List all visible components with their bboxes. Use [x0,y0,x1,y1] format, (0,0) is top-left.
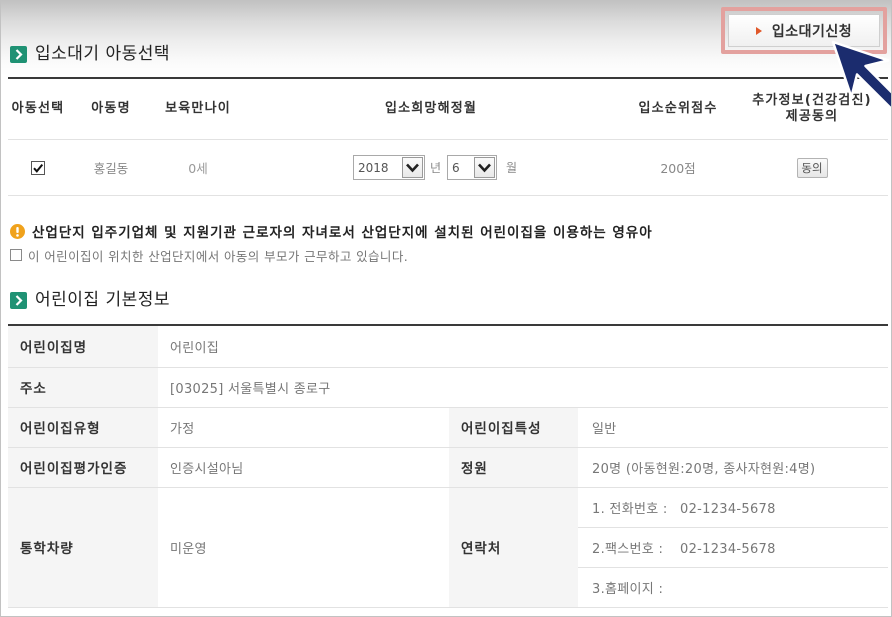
column-header-priority-score: 입소순위점수 [638,101,718,116]
page: 입소대기신청 입소대기 아동선택 아동선택 아동명 보육만나이 입소희망해정월 … [0,0,892,617]
center-info-title: 어린이집 기본정보 [35,290,171,310]
center-name-label: 어린이집명 [8,326,158,368]
center-info-table: 어린이집명 어린이집 주소 [03025] 서울특별시 종로구 어린이집유형 가… [8,326,889,608]
chevron-down-icon[interactable] [474,157,496,178]
address-label: 주소 [8,367,158,408]
industrial-complex-notice: 산업단지 입주기업체 및 지원기관 근로자의 자녀로서 산업단지에 설치된 어린… [10,223,653,241]
info-row-accreditation: 어린이집평가인증 인증시설아님 정원 20명 (아동현원:20명, 종사자현원:… [8,447,889,488]
desired-month-picker: 2018 년 6 월 [353,155,517,180]
month-select[interactable]: 6 [447,155,498,180]
priority-score: 200점 [660,161,696,176]
accreditation-label: 어린이집평가인증 [8,447,158,488]
desired-month-cell: 2018 년 6 월 [242,140,620,195]
center-type-label: 어린이집유형 [8,407,158,448]
mouse-cursor-icon [831,40,891,111]
consent-button[interactable]: 동의 [796,157,828,178]
child-select-checkbox[interactable] [31,160,45,175]
contact-homepage-label: 3.홈페이지 : [592,581,664,597]
center-feature-value: 일반 [578,407,889,448]
info-row-type: 어린이집유형 가정 어린이집특성 일반 [8,407,889,448]
chevron-right-square-icon [10,291,27,309]
child-name: 홍길동 [93,161,129,176]
checkmark-icon [33,163,44,173]
contact-phone-label: 1. 전화번호 : [592,501,668,517]
year-select[interactable]: 2018 [353,155,425,180]
triangle-right-icon [755,26,762,35]
consent-cell: 동의 [736,140,888,195]
contact-fax-label: 2.팩스번호 : [592,541,664,557]
child-age: 0세 [188,161,208,176]
capacity-value: 20명 (아동현원:20명, 종사자현원:4명) [578,447,889,488]
table-row: 홍길동 0세 2018 년 6 월 200점 동의 [8,140,888,196]
contact-phone: 1. 전화번호 : 02-1234-5678 [578,487,889,528]
shuttle-value: 미운영 [158,487,449,608]
column-header-desired-month: 입소희망해정월 [384,101,478,116]
info-row-name: 어린이집명 어린이집 [8,326,889,368]
contact-phone-value: 02-1234-5678 [680,501,776,517]
info-row-address: 주소 [03025] 서울특별시 종로구 [8,367,889,408]
contact-fax-value: 02-1234-5678 [680,541,776,557]
parent-works-in-complex-label[interactable]: 이 어린이집이 위치한 산업단지에서 아동의 부모가 근무하고 있습니다. [28,246,408,265]
center-info-heading: 어린이집 기본정보 [10,290,170,310]
child-selection-table: 아동선택 아동명 보육만나이 입소희망해정월 입소순위점수 추가정보(건강검진)… [8,79,888,196]
child-selection-heading: 입소대기 아동선택 [10,44,170,64]
table-header-row: 아동선택 아동명 보육만나이 입소희망해정월 입소순위점수 추가정보(건강검진)… [8,79,888,140]
industrial-complex-notice-text: 산업단지 입주기업체 및 지원기관 근로자의 자녀로서 산업단지에 설치된 어린… [32,225,653,241]
column-header-age: 보육만나이 [165,101,231,116]
month-unit-label: 월 [506,161,518,175]
column-header-select: 아동선택 [11,101,65,116]
column-header-name: 아동명 [91,101,131,116]
contact-label: 연락처 [449,487,578,608]
center-name-value: 어린이집 [158,326,889,368]
warning-icon [10,223,25,239]
month-select-value: 6 [452,160,460,175]
select-cell [8,140,68,195]
child-selection-title: 입소대기 아동선택 [35,44,171,64]
contact-fax: 2.팩스번호 : 02-1234-5678 [578,527,889,568]
contact-homepage: 3.홈페이지 : [578,567,889,608]
accreditation-value: 인증시설아님 [158,447,449,488]
year-unit-label: 년 [430,161,442,175]
chevron-right-square-icon [10,45,27,63]
center-type-value: 가정 [158,407,449,448]
industrial-complex-option: 이 어린이집이 위치한 산업단지에서 아동의 부모가 근무하고 있습니다. [10,246,408,265]
parent-works-in-complex-checkbox[interactable] [10,249,22,261]
capacity-label: 정원 [449,447,578,488]
chevron-down-icon[interactable] [402,157,423,178]
year-select-value: 2018 [358,160,389,175]
center-feature-label: 어린이집특성 [449,407,578,448]
address-value: [03025] 서울특별시 종로구 [158,367,889,408]
shuttle-label: 통학차량 [8,487,158,608]
info-row-shuttle: 통학차량 미운영 연락처 1. 전화번호 : 02-1234-5678 [8,487,889,608]
